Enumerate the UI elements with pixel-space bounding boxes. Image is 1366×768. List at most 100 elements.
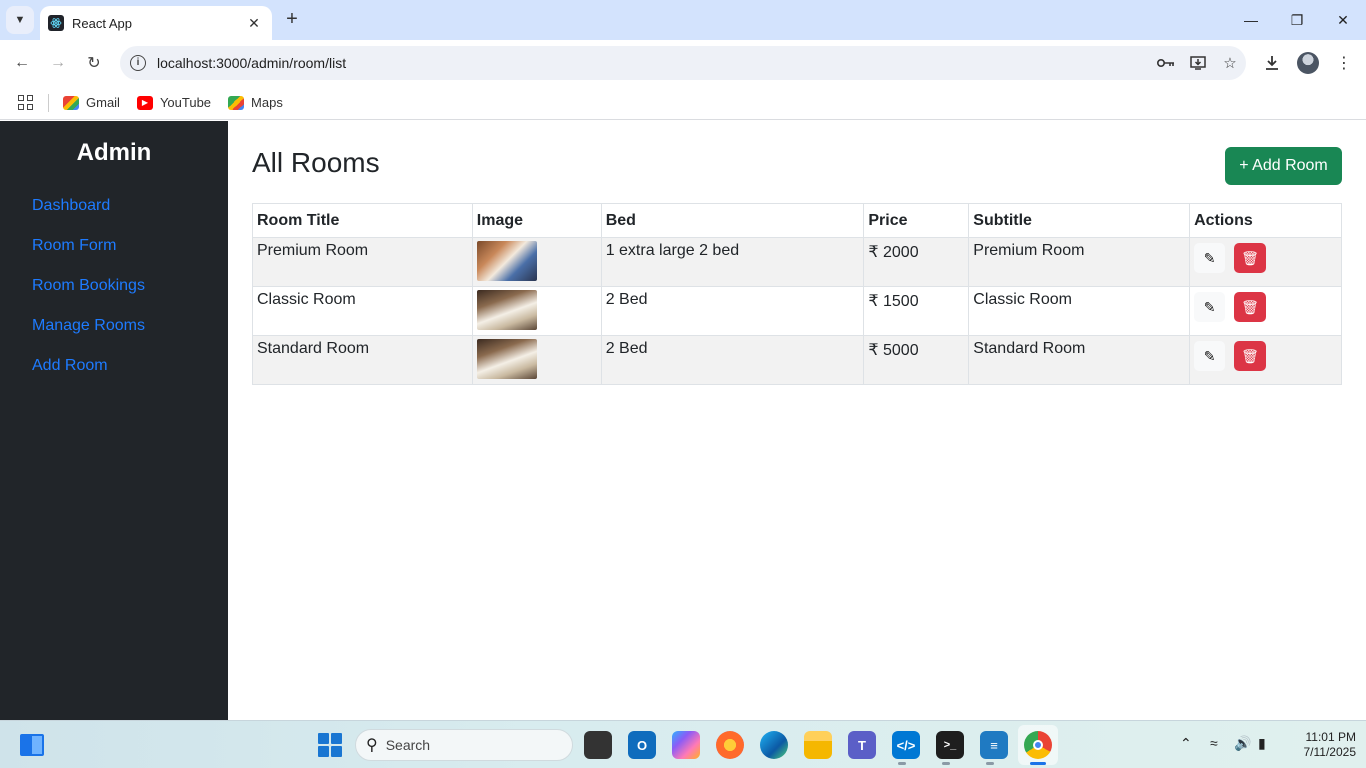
close-icon[interactable]: ✕ (246, 15, 262, 32)
back-arrow-icon[interactable]: ← (8, 49, 36, 77)
app-running-indicator (986, 762, 994, 765)
subtitle-cell: Classic Room (968, 286, 1191, 336)
notepad-icon[interactable]: ≡ (980, 731, 1008, 759)
sidebar-item-room-bookings[interactable]: Room Bookings (0, 273, 228, 313)
install-app-icon[interactable] (1182, 49, 1214, 77)
edge-icon[interactable] (760, 731, 788, 759)
column-header: Bed (600, 203, 865, 238)
sidebar-nav: Dashboard Room Form Room Bookings Manage… (0, 193, 228, 393)
browser-tab[interactable]: React App ✕ (40, 6, 272, 40)
table-row: Standard Room 2 Bed ₹ 5000 Standard Room… (252, 335, 1342, 385)
app-running-indicator (942, 762, 950, 765)
volume-icon[interactable]: 🔊 (1234, 735, 1251, 752)
search-placeholder: Search (385, 737, 431, 753)
menu-kebab-icon[interactable]: ⋮ (1330, 49, 1358, 77)
site-info-icon[interactable]: i (130, 55, 146, 71)
sidebar-item-manage-rooms[interactable]: Manage Rooms (0, 313, 228, 353)
browser-tabstrip: ▼ React App ✕ + — ❐ ✕ (0, 0, 1366, 40)
task-view-icon[interactable] (584, 731, 612, 759)
battery-icon[interactable]: ▮ (1258, 735, 1266, 752)
maps-icon (228, 95, 245, 110)
sidebar-item-add-room[interactable]: Add Room (0, 353, 228, 393)
restore-icon[interactable]: ❐ (1274, 0, 1320, 40)
bed-cell: 1 extra large 2 bed (600, 237, 865, 287)
sidebar-item-dashboard[interactable]: Dashboard (0, 193, 228, 233)
tab-search-button[interactable]: ▼ (6, 6, 34, 34)
price-cell: ₹ 2000 (863, 237, 970, 287)
room-title-cell: Standard Room (252, 335, 473, 385)
clock-time: 11:01 PM (1305, 730, 1356, 744)
tab-title: React App (72, 15, 132, 31)
bookmark-maps[interactable]: Maps (228, 95, 283, 110)
table-row: Classic Room 2 Bed ₹ 1500 Classic Room ✎… (252, 286, 1342, 336)
column-header: Price (863, 203, 970, 238)
windows-start-icon[interactable] (318, 733, 342, 757)
add-room-button[interactable]: + Add Room (1225, 147, 1342, 185)
profile-avatar[interactable] (1294, 49, 1322, 77)
system-clock[interactable]: 11:01 PM 7/11/2025 (1282, 730, 1357, 760)
browser-toolbar: ← → ↻ i localhost:3000/admin/room/list ☆… (0, 40, 1366, 86)
actions-cell: ✎ 🗑 (1189, 237, 1342, 287)
outlook-icon[interactable]: O (628, 731, 656, 759)
window-close-icon[interactable]: ✕ (1320, 0, 1366, 40)
table-header-row: Room Title Image Bed Price Subtitle Acti… (252, 203, 1342, 238)
room-image-cell (471, 237, 602, 287)
edit-button[interactable]: ✎ (1194, 292, 1226, 322)
table-row: Premium Room 1 extra large 2 bed ₹ 2000 … (252, 237, 1342, 287)
actions-cell: ✎ 🗑 (1189, 286, 1342, 336)
page-title: All Rooms (252, 147, 380, 178)
bookmarks-divider (48, 93, 49, 112)
terminal-icon[interactable]: >_ (936, 731, 964, 759)
copilot-icon[interactable] (672, 731, 700, 759)
price-cell: ₹ 5000 (863, 335, 970, 385)
edit-button[interactable]: ✎ (1194, 341, 1226, 371)
address-bar[interactable]: i localhost:3000/admin/room/list ☆ (120, 46, 1246, 80)
forward-arrow-icon[interactable]: → (44, 49, 72, 77)
delete-button[interactable]: 🗑 (1234, 341, 1267, 371)
firefox-icon[interactable] (716, 731, 744, 759)
actions-cell: ✎ 🗑 (1189, 335, 1342, 385)
bookmark-label: Maps (251, 95, 283, 110)
file-explorer-icon[interactable] (804, 731, 832, 759)
delete-button[interactable]: 🗑 (1234, 292, 1267, 322)
teams-icon[interactable]: T (848, 731, 876, 759)
trash-icon: 🗑 (1241, 347, 1259, 364)
bed-cell: 2 Bed (600, 286, 865, 336)
column-header: Subtitle (968, 203, 1191, 238)
room-title-cell: Classic Room (252, 286, 473, 336)
wifi-icon[interactable]: ≈ (1210, 735, 1218, 751)
vscode-icon[interactable]: </> (892, 731, 920, 759)
avatar (1297, 52, 1319, 74)
new-tab-button[interactable]: + (281, 9, 303, 31)
search-icon: ⚲ (366, 737, 378, 754)
edit-button[interactable]: ✎ (1194, 243, 1226, 273)
download-icon[interactable] (1258, 49, 1286, 77)
trash-icon: 🗑 (1241, 249, 1259, 266)
column-header: Image (471, 203, 602, 238)
bookmark-youtube[interactable]: ▶ YouTube (136, 95, 211, 110)
chevron-up-icon[interactable]: ⌃ (1180, 735, 1192, 752)
admin-sidebar: Admin Dashboard Room Form Room Bookings … (0, 121, 228, 720)
widgets-icon[interactable] (20, 734, 44, 756)
edit-icon: ✎ (1203, 347, 1216, 364)
room-image-cell (471, 286, 602, 336)
reload-icon[interactable]: ↻ (80, 49, 108, 77)
taskbar-search-input[interactable]: ⚲ Search (355, 729, 573, 761)
sidebar-item-room-form[interactable]: Room Form (0, 233, 228, 273)
bookmark-star-icon[interactable]: ☆ (1214, 49, 1246, 77)
column-header: Room Title (252, 203, 473, 238)
delete-button[interactable]: 🗑 (1234, 243, 1267, 273)
chrome-icon[interactable] (1024, 731, 1052, 759)
password-key-icon[interactable] (1150, 49, 1182, 77)
room-image (476, 241, 537, 281)
minimize-icon[interactable]: — (1228, 0, 1274, 40)
bookmarks-bar: Gmail ▶ YouTube Maps (0, 86, 1366, 120)
url-text[interactable]: localhost:3000/admin/room/list (157, 55, 1150, 71)
bookmark-label: Gmail (86, 95, 120, 110)
room-image (476, 290, 537, 330)
rooms-table: Room Title Image Bed Price Subtitle Acti… (252, 203, 1342, 385)
edit-icon: ✎ (1203, 298, 1216, 315)
apps-grid-icon[interactable] (18, 94, 34, 111)
subtitle-cell: Premium Room (968, 237, 1191, 287)
bookmark-gmail[interactable]: Gmail (63, 95, 120, 110)
